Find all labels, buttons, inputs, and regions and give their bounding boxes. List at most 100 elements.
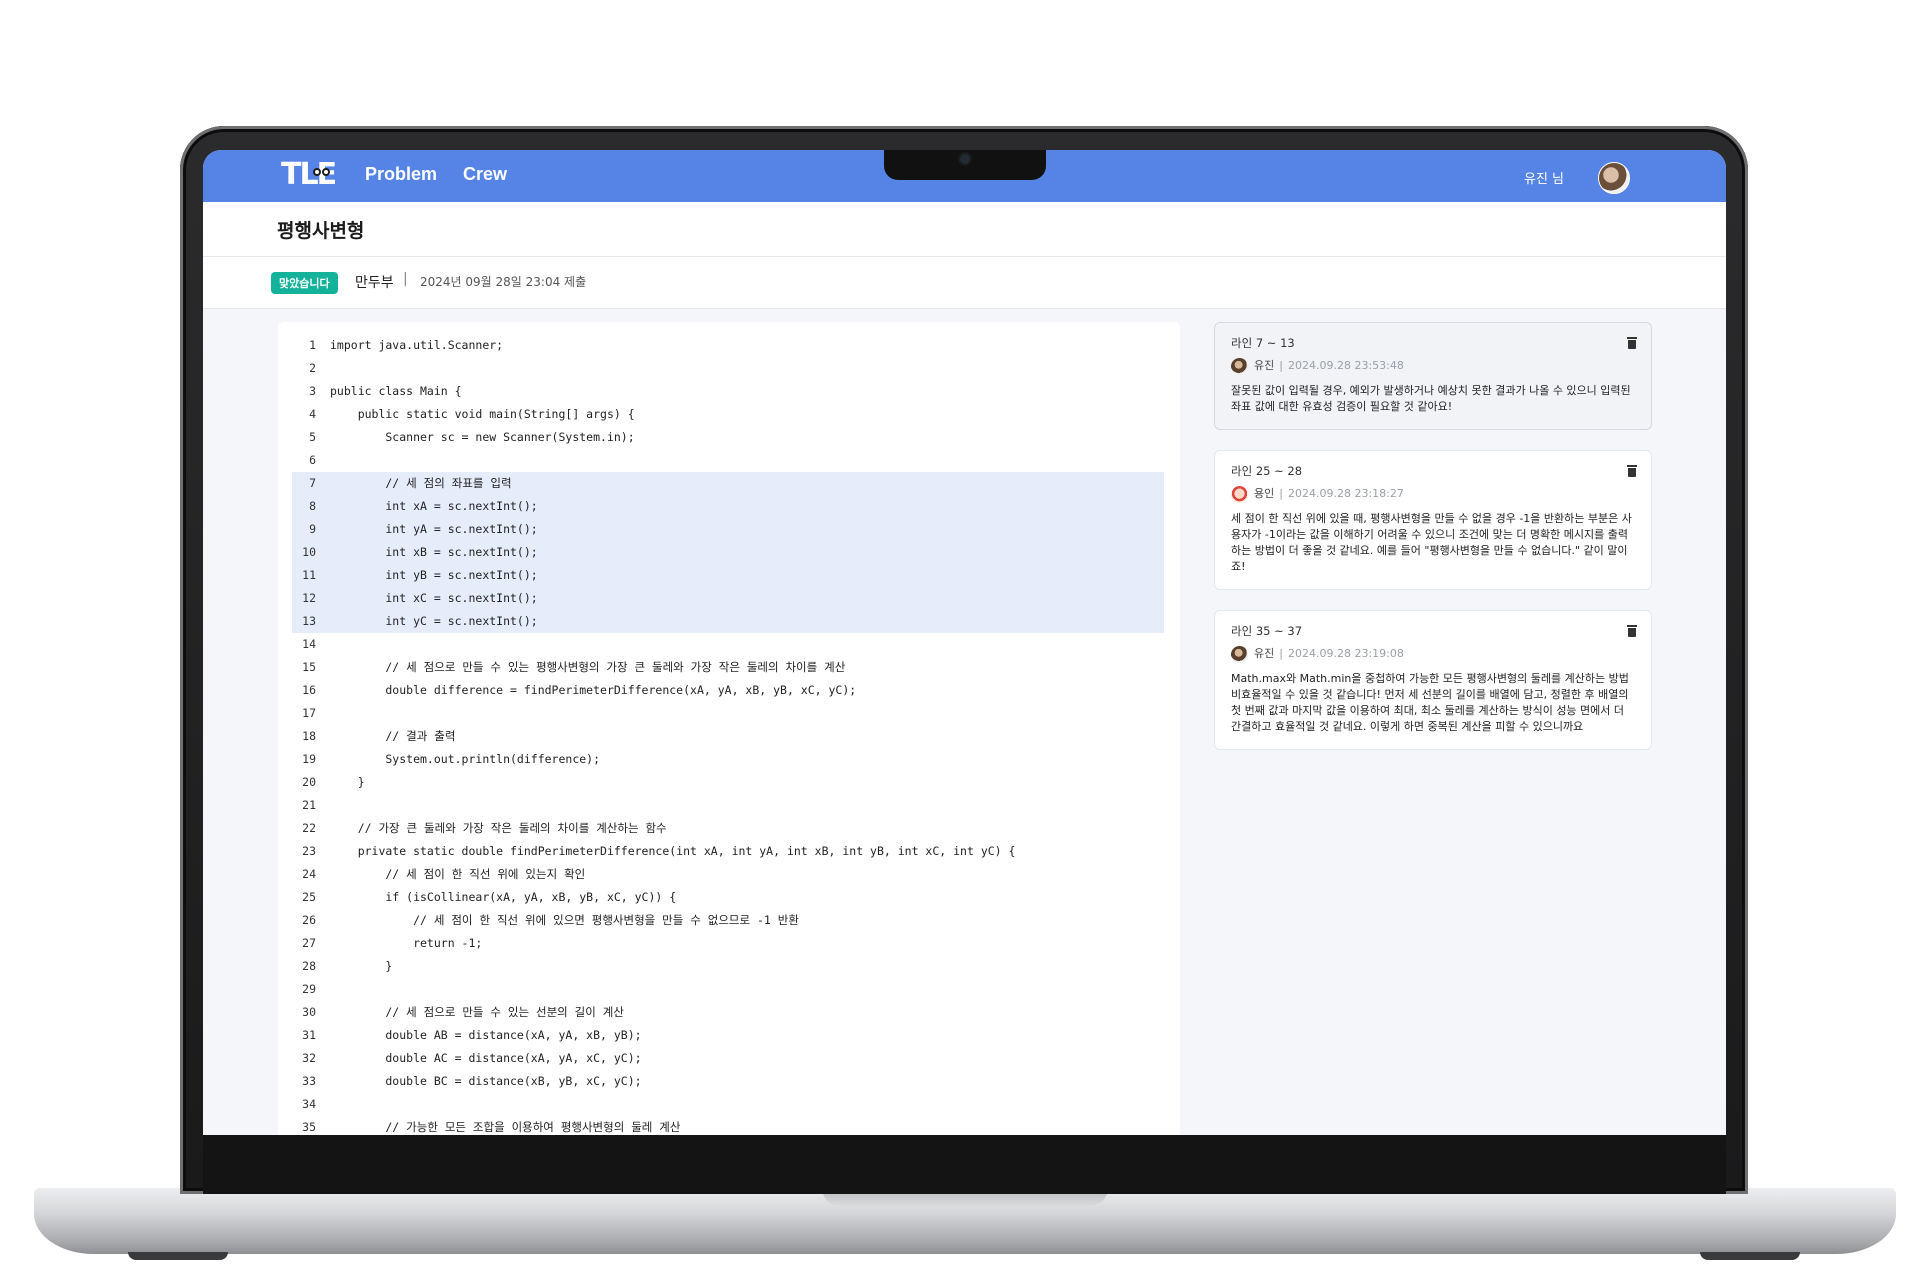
commenter-name: 유진 — [1254, 359, 1275, 372]
code-text: // 세 점으로 만들 수 있는 평행사변형의 가장 큰 둘레와 가장 작은 둘… — [330, 660, 846, 674]
status-badge: 맞았습니다 — [271, 272, 338, 294]
code-line[interactable]: 21 — [278, 794, 1180, 817]
line-number[interactable]: 4 — [290, 403, 316, 426]
logo-eyes-icon — [313, 152, 333, 176]
line-number[interactable]: 35 — [290, 1116, 316, 1135]
code-line[interactable]: 18 // 결과 출력 — [278, 725, 1180, 748]
code-line[interactable]: 17 — [278, 702, 1180, 725]
submission-author[interactable]: 만두부 — [355, 272, 394, 292]
line-number[interactable]: 13 — [290, 610, 316, 633]
comment-card[interactable]: 라인 25 ~ 28 용인 | 2024.09.28 23:18:27 세 점이 한 직… — [1214, 450, 1652, 590]
line-number[interactable]: 9 — [290, 518, 316, 541]
tle-logo[interactable]: TLE — [281, 160, 337, 190]
code-viewer[interactable]: 1 import java.util.Scanner; 2 3 public class… — [278, 322, 1180, 1135]
line-number[interactable]: 22 — [290, 817, 316, 840]
code-line[interactable]: 16 double difference = findPerimeterDiff… — [278, 679, 1180, 702]
trash-icon[interactable] — [1627, 625, 1637, 637]
line-number[interactable]: 25 — [290, 886, 316, 909]
line-number[interactable]: 1 — [290, 334, 316, 357]
line-number[interactable]: 5 — [290, 426, 316, 449]
code-text: // 세 점이 한 직선 위에 있으면 평행사변형을 만들 수 없으므로 -1 … — [330, 913, 799, 927]
code-line[interactable]: 15 // 세 점으로 만들 수 있는 평행사변형의 가장 큰 둘레와 가장 작… — [278, 656, 1180, 679]
line-number[interactable]: 26 — [290, 909, 316, 932]
line-number[interactable]: 30 — [290, 1001, 316, 1024]
comment-card[interactable]: 라인 35 ~ 37 유진 | 2024.09.28 23:19:08 Math.max… — [1214, 610, 1652, 750]
line-number[interactable]: 12 — [290, 587, 316, 610]
laptop-screen: TLE Problem Crew 유진 님 평행사변형 맞았습니다 만두부 | … — [203, 150, 1726, 1135]
code-line[interactable]: 1 import java.util.Scanner; — [278, 334, 1180, 357]
code-text: public class Main { — [330, 384, 462, 398]
code-line[interactable]: 23 private static double findPerimeterDi… — [278, 840, 1180, 863]
code-line[interactable]: 4 public static void main(String[] args)… — [278, 403, 1180, 426]
line-number[interactable]: 28 — [290, 955, 316, 978]
line-number[interactable]: 7 — [290, 472, 316, 495]
line-number[interactable]: 15 — [290, 656, 316, 679]
code-line[interactable]: 5 Scanner sc = new Scanner(System.in); — [278, 426, 1180, 449]
line-number[interactable]: 6 — [290, 449, 316, 472]
code-text: int xA = sc.nextInt(); — [330, 499, 538, 513]
code-line[interactable]: 12 int xC = sc.nextInt(); — [292, 587, 1164, 610]
code-text: // 가능한 모든 조합을 이용하여 평행사변형의 둘레 계산 — [330, 1120, 681, 1134]
line-number[interactable]: 34 — [290, 1093, 316, 1116]
code-text: double AC = distance(xA, yA, xC, yC); — [330, 1051, 642, 1065]
code-line[interactable]: 8 int xA = sc.nextInt(); — [292, 495, 1164, 518]
nav-crew-link[interactable]: Crew — [463, 164, 507, 185]
user-avatar[interactable] — [1598, 162, 1630, 194]
comment-line-range: 라인 7 ~ 13 — [1231, 336, 1295, 350]
line-number[interactable]: 29 — [290, 978, 316, 1001]
line-number[interactable]: 23 — [290, 840, 316, 863]
line-number[interactable]: 8 — [290, 495, 316, 518]
line-number[interactable]: 11 — [290, 564, 316, 587]
code-line[interactable]: 13 int yC = sc.nextInt(); — [292, 610, 1164, 633]
code-line[interactable]: 25 if (isCollinear(xA, yA, xB, yB, xC, y… — [278, 886, 1180, 909]
line-number[interactable]: 32 — [290, 1047, 316, 1070]
code-line[interactable]: 31 double AB = distance(xA, yA, xB, yB); — [278, 1024, 1180, 1047]
line-number[interactable]: 17 — [290, 702, 316, 725]
code-line[interactable]: 32 double AC = distance(xA, yA, xC, yC); — [278, 1047, 1180, 1070]
code-lines: 1 import java.util.Scanner; 2 3 public class… — [278, 334, 1180, 1135]
code-text: // 세 점이 한 직선 위에 있는지 확인 — [330, 867, 586, 881]
line-number[interactable]: 33 — [290, 1070, 316, 1093]
line-number[interactable]: 2 — [290, 357, 316, 380]
code-line[interactable]: 14 — [278, 633, 1180, 656]
code-line[interactable]: 27 return -1; — [278, 932, 1180, 955]
line-number[interactable]: 18 — [290, 725, 316, 748]
code-line[interactable]: 19 System.out.println(difference); — [278, 748, 1180, 771]
code-line[interactable]: 6 — [278, 449, 1180, 472]
comment-card[interactable]: 라인 7 ~ 13 유진 | 2024.09.28 23:53:48 잘못된 값이 입력… — [1214, 322, 1652, 430]
code-line[interactable]: 24 // 세 점이 한 직선 위에 있는지 확인 — [278, 863, 1180, 886]
code-line[interactable]: 10 int xB = sc.nextInt(); — [292, 541, 1164, 564]
line-number[interactable]: 31 — [290, 1024, 316, 1047]
code-line[interactable]: 2 — [278, 357, 1180, 380]
code-line[interactable]: 9 int yA = sc.nextInt(); — [292, 518, 1164, 541]
line-number[interactable]: 24 — [290, 863, 316, 886]
code-line[interactable]: 34 — [278, 1093, 1180, 1116]
code-line[interactable]: 22 // 가장 큰 둘레와 가장 작은 둘레의 차이를 계산하는 함수 — [278, 817, 1180, 840]
trash-icon[interactable] — [1627, 465, 1637, 477]
code-line[interactable]: 11 int yB = sc.nextInt(); — [292, 564, 1164, 587]
code-line[interactable]: 28 } — [278, 955, 1180, 978]
code-line[interactable]: 3 public class Main { — [278, 380, 1180, 403]
code-line[interactable]: 7 // 세 점의 좌표를 입력 — [292, 472, 1164, 495]
code-line[interactable]: 26 // 세 점이 한 직선 위에 있으면 평행사변형을 만들 수 없으므로 … — [278, 909, 1180, 932]
line-number[interactable]: 19 — [290, 748, 316, 771]
code-line[interactable]: 30 // 세 점으로 만들 수 있는 선분의 길이 계산 — [278, 1001, 1180, 1024]
code-line[interactable]: 35 // 가능한 모든 조합을 이용하여 평행사변형의 둘레 계산 — [278, 1116, 1180, 1135]
code-line[interactable]: 20 } — [278, 771, 1180, 794]
nav-problem-link[interactable]: Problem — [365, 164, 437, 185]
line-number[interactable]: 14 — [290, 633, 316, 656]
trash-icon[interactable] — [1627, 337, 1637, 349]
code-text: int yC = sc.nextInt(); — [330, 614, 538, 628]
line-number[interactable]: 27 — [290, 932, 316, 955]
comment-body: 세 점이 한 직선 위에 있을 때, 평행사변형을 만들 수 없을 경우 -1을… — [1231, 512, 1632, 573]
commenter-name: 유진 — [1254, 647, 1275, 660]
user-greeting[interactable]: 유진 님 — [1524, 168, 1564, 187]
code-line[interactable]: 29 — [278, 978, 1180, 1001]
line-number[interactable]: 20 — [290, 771, 316, 794]
line-number[interactable]: 10 — [290, 541, 316, 564]
code-text: int xC = sc.nextInt(); — [330, 591, 538, 605]
line-number[interactable]: 16 — [290, 679, 316, 702]
code-line[interactable]: 33 double BC = distance(xB, yB, xC, yC); — [278, 1070, 1180, 1093]
line-number[interactable]: 3 — [290, 380, 316, 403]
line-number[interactable]: 21 — [290, 794, 316, 817]
